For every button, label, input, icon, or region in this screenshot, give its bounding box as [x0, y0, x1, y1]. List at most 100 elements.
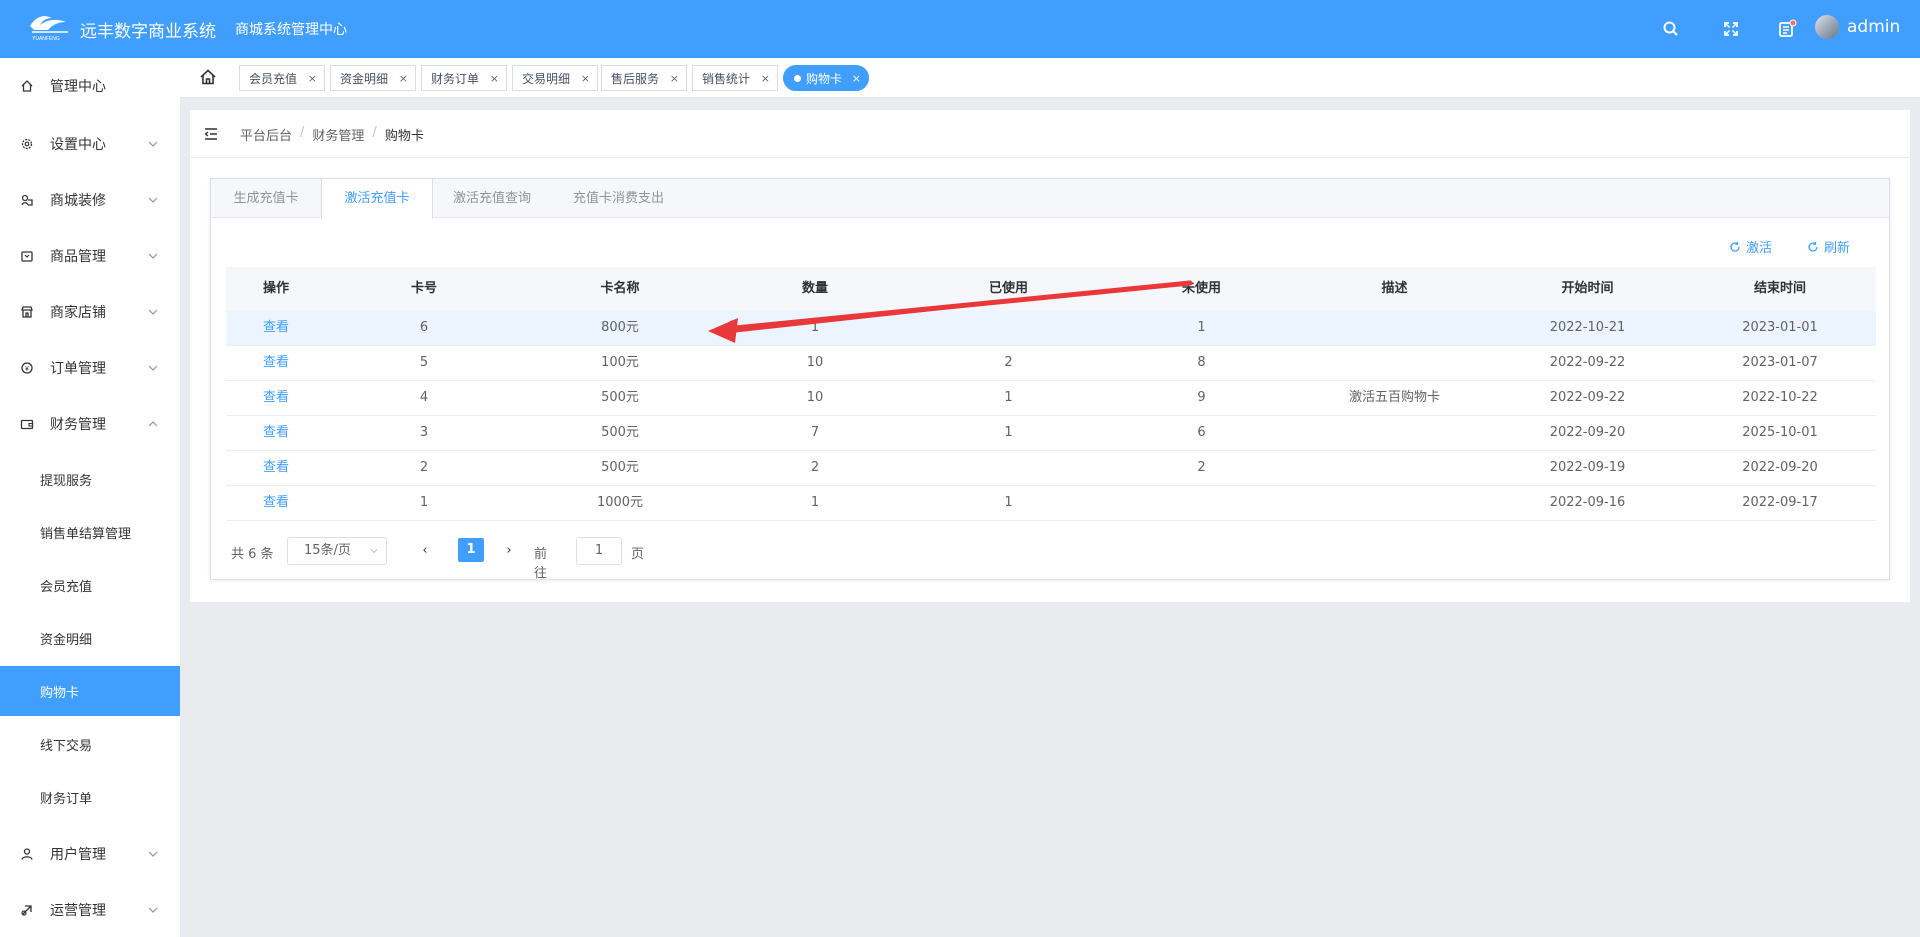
view-link[interactable]: 查看	[226, 311, 326, 345]
col-header: 卡名称	[600, 281, 640, 296]
tag-trade-details[interactable]: 交易明细 ×	[512, 65, 598, 91]
home-tab-icon[interactable]	[199, 68, 217, 86]
cell-desc	[1298, 416, 1491, 450]
page-number-current[interactable]: 1	[458, 538, 484, 562]
sidebar-item-label: 运营管理	[50, 903, 106, 919]
close-icon[interactable]: ×	[852, 72, 861, 85]
username[interactable]: admin	[1847, 17, 1900, 37]
tag-shopping-card[interactable]: 购物卡 ×	[783, 65, 869, 91]
breadcrumb-bar: 平台后台 / 财务管理 / 购物卡	[190, 110, 1910, 158]
tag-sales-stats[interactable]: 销售统计 ×	[692, 65, 778, 91]
cell-desc	[1298, 346, 1491, 380]
sidebar-item-settings[interactable]: 设置中心	[0, 116, 180, 172]
view-link[interactable]: 查看	[226, 486, 326, 520]
tag-after-sales[interactable]: 售后服务 ×	[601, 65, 687, 91]
table-row[interactable]: 查看 1 1000元 1 1 2022-09-16 2022-09-17	[226, 486, 1876, 521]
refresh-button[interactable]: 刷新	[1807, 237, 1850, 256]
sidebar-sub-label: 财务订单	[40, 791, 93, 807]
order-icon: ¥	[21, 362, 33, 374]
view-link[interactable]: 查看	[226, 451, 326, 485]
prev-page-button[interactable]: ‹	[413, 537, 437, 565]
sidebar-item-dashboard[interactable]: 管理中心	[0, 58, 180, 114]
tab-activation-query[interactable]: 激活充值查询	[433, 179, 551, 218]
close-icon[interactable]: ×	[308, 72, 317, 85]
cell-used	[912, 311, 1105, 345]
tab-activate-card[interactable]: 激活充值卡	[321, 179, 433, 219]
cell-card-name: 100元	[601, 355, 639, 370]
sidebar-item-finance[interactable]: 财务管理	[0, 396, 180, 452]
close-icon[interactable]: ×	[761, 72, 770, 85]
cell-unused: 9	[1197, 390, 1206, 405]
table-row[interactable]: 查看 2 500元 2 2 2022-09-19 2022-09-20	[226, 451, 1876, 486]
sidebar-sub-offline-trade[interactable]: 线下交易	[0, 719, 180, 769]
sidebar-sub-member-recharge[interactable]: 会员充值	[0, 560, 180, 610]
decor-icon	[21, 194, 33, 206]
sidebar-item-decoration[interactable]: 商城装修	[0, 172, 180, 228]
breadcrumb-separator: /	[300, 125, 305, 140]
cell-card-no: 6	[419, 320, 429, 335]
cell-end: 2022-10-22	[1742, 390, 1818, 405]
card-tabs: 生成充值卡 激活充值卡 激活充值查询 充值卡消费支出	[211, 179, 1889, 219]
fullscreen-icon[interactable]	[1720, 18, 1742, 40]
tag-label: 销售统计	[702, 71, 751, 86]
sidebar-item-goods[interactable]: 商品管理	[0, 228, 180, 284]
sidebar-item-operations[interactable]: 运营管理	[0, 882, 180, 937]
breadcrumb-item-finance[interactable]: 财务管理	[312, 125, 364, 144]
cell-start: 2022-09-16	[1549, 495, 1626, 510]
chevron-down-icon	[148, 309, 158, 315]
close-icon[interactable]: ×	[581, 72, 590, 85]
sidebar-fold-icon[interactable]	[202, 125, 220, 143]
close-icon[interactable]: ×	[490, 72, 499, 85]
cell-used: 1	[1004, 495, 1013, 510]
table-row[interactable]: 查看 6 800元 1 1 2022-10-21 2023-01-01	[226, 311, 1876, 346]
view-link[interactable]: 查看	[226, 416, 326, 450]
goto-page-input[interactable]: 1	[576, 537, 622, 565]
user-icon	[21, 848, 33, 860]
sidebar-sub-withdraw[interactable]: 提现服务	[0, 454, 180, 504]
sidebar-sub-fund-details[interactable]: 资金明细	[0, 613, 180, 663]
sidebar-sub-label: 线下交易	[40, 738, 93, 754]
tag-fund-details[interactable]: 资金明细 ×	[330, 65, 416, 91]
sidebar-sub-label: 销售单结算管理	[40, 526, 132, 542]
breadcrumb-item-current: 购物卡	[384, 129, 424, 144]
cell-card-name: 1000元	[596, 495, 644, 510]
next-page-button[interactable]: ›	[497, 537, 521, 565]
cell-card-no: 1	[419, 495, 429, 510]
tab-card-consumption[interactable]: 充值卡消费支出	[551, 179, 686, 218]
view-link[interactable]: 查看	[226, 346, 326, 380]
close-icon[interactable]: ×	[399, 72, 408, 85]
activate-button[interactable]: 激活	[1729, 237, 1772, 256]
table-row[interactable]: 查看 5 100元 10 2 8 2022-09-22 2023-01-07	[226, 346, 1876, 381]
sidebar-sub-shopping-card[interactable]: 购物卡	[0, 666, 180, 716]
notification-icon[interactable]	[1776, 18, 1798, 40]
search-icon[interactable]	[1660, 18, 1682, 40]
cell-unused: 6	[1197, 425, 1206, 440]
cell-unused: 1	[1197, 320, 1206, 335]
page-size-select[interactable]: 15条/页	[287, 537, 387, 565]
sidebar-sub-finance-orders[interactable]: 财务订单	[0, 772, 180, 822]
sidebar-item-users[interactable]: 用户管理	[0, 826, 180, 882]
close-icon[interactable]: ×	[670, 72, 679, 85]
sidebar-item-orders[interactable]: ¥ 订单管理	[0, 340, 180, 396]
col-header: 已使用	[988, 281, 1028, 296]
sidebar-item-stores[interactable]: 商家店铺	[0, 284, 180, 340]
view-link[interactable]: 查看	[226, 381, 326, 415]
sidebar-sub-settlement[interactable]: 销售单结算管理	[0, 507, 180, 557]
home-icon	[21, 80, 33, 92]
refresh-icon	[1808, 241, 1818, 252]
cell-unused: 2	[1197, 460, 1206, 475]
refresh-icon	[1730, 241, 1740, 252]
tag-finance-orders[interactable]: 财务订单 ×	[421, 65, 507, 91]
user-menu[interactable]: admin	[1815, 15, 1900, 39]
tab-generate-card[interactable]: 生成充值卡	[211, 179, 321, 218]
page-size-value: 15条/页	[304, 543, 351, 558]
tags-view-bar: 会员充值 × 资金明细 × 财务订单 × 交易明细 × 售后服务 × 销售统计 × 购物卡 ×	[180, 58, 1920, 98]
col-header: 描述	[1381, 281, 1408, 296]
tag-member-recharge[interactable]: 会员充值 ×	[239, 65, 325, 91]
table-row[interactable]: 查看 4 500元 10 1 9 激活五百购物卡 2022-09-22 2022…	[226, 381, 1876, 416]
cell-unused	[1105, 486, 1298, 520]
breadcrumb-item-platform[interactable]: 平台后台	[240, 125, 292, 144]
cell-end: 2023-01-01	[1742, 320, 1818, 335]
table-row[interactable]: 查看 3 500元 7 1 6 2022-09-20 2025-10-01	[226, 416, 1876, 451]
avatar[interactable]	[1815, 15, 1839, 39]
